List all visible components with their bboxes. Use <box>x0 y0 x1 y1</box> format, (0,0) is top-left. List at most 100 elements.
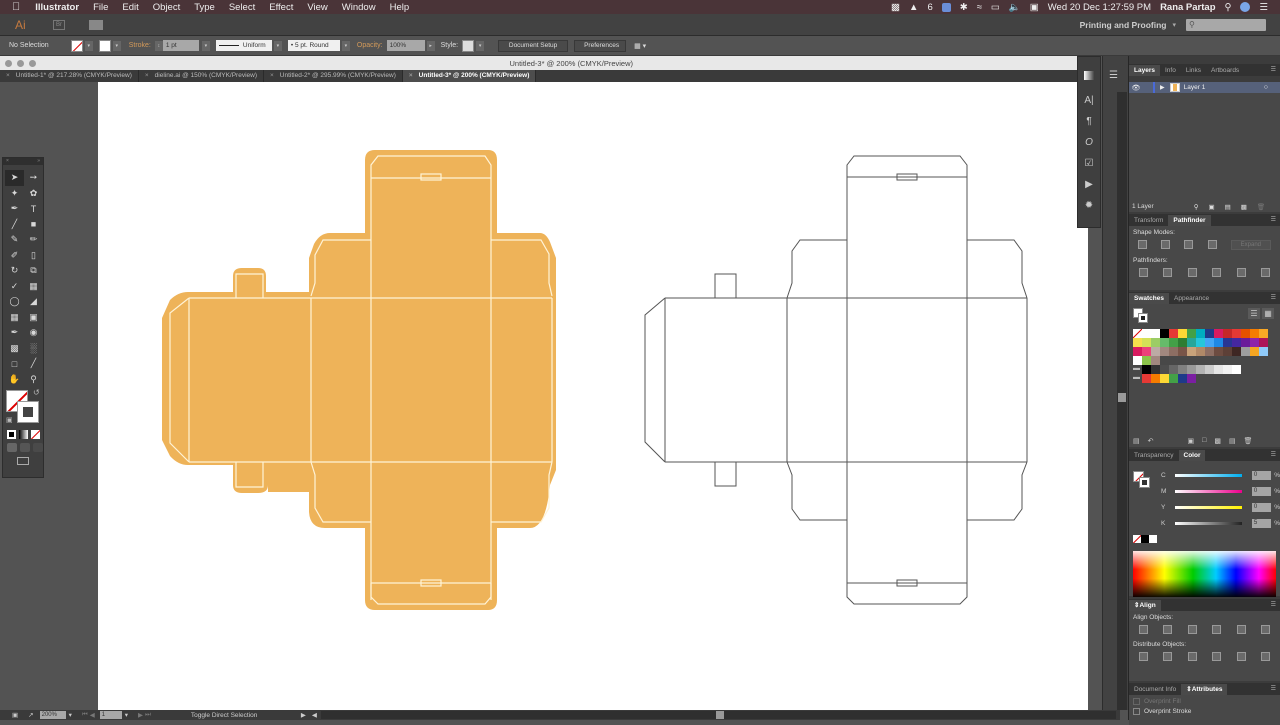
swatch[interactable] <box>1196 347 1205 356</box>
swatch[interactable] <box>1151 365 1160 374</box>
swatch[interactable] <box>1151 347 1160 356</box>
chevron-down-icon[interactable]: ▾ <box>125 711 128 719</box>
adobe-icon[interactable]: ▲ <box>909 2 918 13</box>
mesh-tool-icon[interactable]: ▦ <box>5 310 24 326</box>
swatch[interactable] <box>1232 347 1241 356</box>
doc-tab[interactable]: × Untitled-1* @ 217.28% (CMYK/Preview) <box>0 70 139 82</box>
menu-effect[interactable]: Effect <box>262 2 300 13</box>
black-slider[interactable] <box>1174 521 1242 525</box>
tab-transform[interactable]: Transform <box>1129 215 1168 226</box>
swatch[interactable] <box>1232 365 1241 374</box>
swatch[interactable] <box>1142 365 1151 374</box>
chevron-down-icon[interactable]: ▾ <box>84 40 93 51</box>
swatch[interactable] <box>1250 338 1259 347</box>
swatch[interactable] <box>1142 356 1151 365</box>
swatch[interactable] <box>1169 338 1178 347</box>
swatch[interactable] <box>1196 338 1205 347</box>
slice-tool-icon[interactable]: ╱ <box>24 356 43 372</box>
horizontal-scrollbar-thumb[interactable] <box>715 711 724 719</box>
swatch[interactable] <box>1169 347 1178 356</box>
outline-icon[interactable] <box>1236 268 1246 277</box>
swatch-options-icon[interactable]: □ <box>1202 437 1206 445</box>
scroll-left-icon[interactable]: ◀ <box>312 711 317 719</box>
preferences-button[interactable]: Preferences <box>574 39 627 52</box>
draw-normal-icon[interactable] <box>7 443 17 452</box>
artwork-canvas[interactable] <box>98 82 1088 710</box>
menu-object[interactable]: Object <box>146 2 187 13</box>
list-view-icon[interactable]: ☰ <box>1248 308 1260 319</box>
swatch[interactable] <box>1214 365 1223 374</box>
align-right-icon[interactable] <box>1187 625 1197 634</box>
chevron-down-icon[interactable]: ▾ <box>201 40 210 51</box>
swatch[interactable] <box>1205 365 1214 374</box>
swatch[interactable] <box>1259 347 1268 356</box>
screen-mode-icon[interactable] <box>17 457 29 465</box>
show-swatch-kinds-icon[interactable]: ▣ <box>1188 437 1195 445</box>
datetime[interactable]: Wed 20 Dec 1:27:59 PM <box>1048 2 1151 13</box>
menu-select[interactable]: Select <box>222 2 262 13</box>
close-icon[interactable]: × <box>6 158 9 165</box>
bluetooth-icon[interactable]: ✱ <box>960 2 968 13</box>
color-stroke-indicator[interactable] <box>1139 477 1150 488</box>
rotate-tool-icon[interactable]: ↻ <box>5 263 24 279</box>
swatch[interactable] <box>1223 347 1232 356</box>
character-panel-icon[interactable]: A| <box>1078 90 1100 111</box>
yellow-value-field[interactable]: 0 <box>1251 502 1272 512</box>
swatch[interactable] <box>1151 338 1160 347</box>
filled-box-dieline[interactable] <box>162 150 556 610</box>
chevron-down-icon[interactable]: ▾ <box>341 40 350 51</box>
notification-center-icon[interactable]: ☰ <box>1259 2 1268 13</box>
tab-align[interactable]: ⇕Align <box>1129 600 1161 611</box>
swatch[interactable] <box>1223 338 1232 347</box>
draw-inside-icon[interactable] <box>33 443 43 452</box>
new-sublayer-icon[interactable]: ▤ <box>1225 203 1231 211</box>
swatch[interactable] <box>1223 365 1232 374</box>
shaper-tool-icon[interactable]: ✐ <box>5 248 24 264</box>
panel-menu-icon[interactable]: ☰ <box>1109 70 1128 81</box>
last-artboard-icon[interactable]: ⏭ <box>145 711 151 719</box>
swap-fill-stroke-icon[interactable]: ↺ <box>33 388 40 397</box>
opentype-panel-icon[interactable]: O <box>1078 132 1100 153</box>
menu-help[interactable]: Help <box>383 2 417 13</box>
exclude-icon[interactable] <box>1207 240 1217 249</box>
swatch[interactable] <box>1142 347 1151 356</box>
swatch[interactable] <box>1169 374 1178 383</box>
black-color-swatch[interactable] <box>1141 535 1149 543</box>
first-artboard-icon[interactable]: ⏮ <box>82 711 88 719</box>
doc-tab[interactable]: × Untitled-2* @ 295.99% (CMYK/Preview) <box>264 70 403 82</box>
wifi-icon[interactable]: ≈ <box>977 2 982 13</box>
stroke-swatch-large[interactable] <box>17 401 39 423</box>
swatch[interactable] <box>1178 347 1187 356</box>
close-icon[interactable]: × <box>270 72 274 79</box>
delete-swatch-icon[interactable]: 🗑 <box>1244 437 1253 445</box>
swatch[interactable] <box>1241 347 1250 356</box>
cyan-slider[interactable] <box>1174 473 1242 477</box>
new-swatch-icon[interactable]: ▤ <box>1229 437 1236 445</box>
color-group-folder-icon[interactable]: ▬ <box>1133 365 1142 374</box>
panel-menu-icon[interactable]: ☰ <box>1271 293 1276 304</box>
white-color-swatch[interactable] <box>1149 535 1157 543</box>
minus-back-icon[interactable] <box>1261 268 1271 277</box>
none-swatch[interactable] <box>1133 329 1142 338</box>
swatch-libraries-icon[interactable]: ▤ <box>1133 437 1140 445</box>
tab-color[interactable]: Color <box>1178 450 1206 461</box>
close-icon[interactable]: × <box>6 72 10 79</box>
panel-menu-icon[interactable]: ☰ <box>1271 215 1276 226</box>
user-name[interactable]: Rana Partap <box>1160 2 1215 13</box>
expand-arrow-icon[interactable]: ▶ <box>1160 84 1165 91</box>
panel-menu-icon[interactable]: ☰ <box>1271 600 1276 611</box>
distribute-top-icon[interactable] <box>1138 652 1148 661</box>
tab-swatches[interactable]: Swatches <box>1129 293 1169 304</box>
locate-object-icon[interactable]: ⚲ <box>1194 203 1199 211</box>
color-mode-icon[interactable] <box>7 430 16 439</box>
film-icon[interactable]: ▩ <box>891 2 900 13</box>
spotlight-icon[interactable]: ⚲ <box>1225 2 1232 13</box>
rectangle-tool-icon[interactable]: ■ <box>24 217 43 233</box>
fill-stroke-control[interactable]: ↺ ▣ <box>3 388 43 430</box>
menu-window[interactable]: Window <box>335 2 383 13</box>
fill-swatch[interactable] <box>70 39 83 52</box>
close-window-button[interactable] <box>5 59 12 67</box>
magic-wand-tool-icon[interactable]: ✦ <box>5 186 24 202</box>
eyedropper-tool-icon[interactable]: ✒ <box>5 325 24 341</box>
swatch[interactable] <box>1151 329 1160 338</box>
